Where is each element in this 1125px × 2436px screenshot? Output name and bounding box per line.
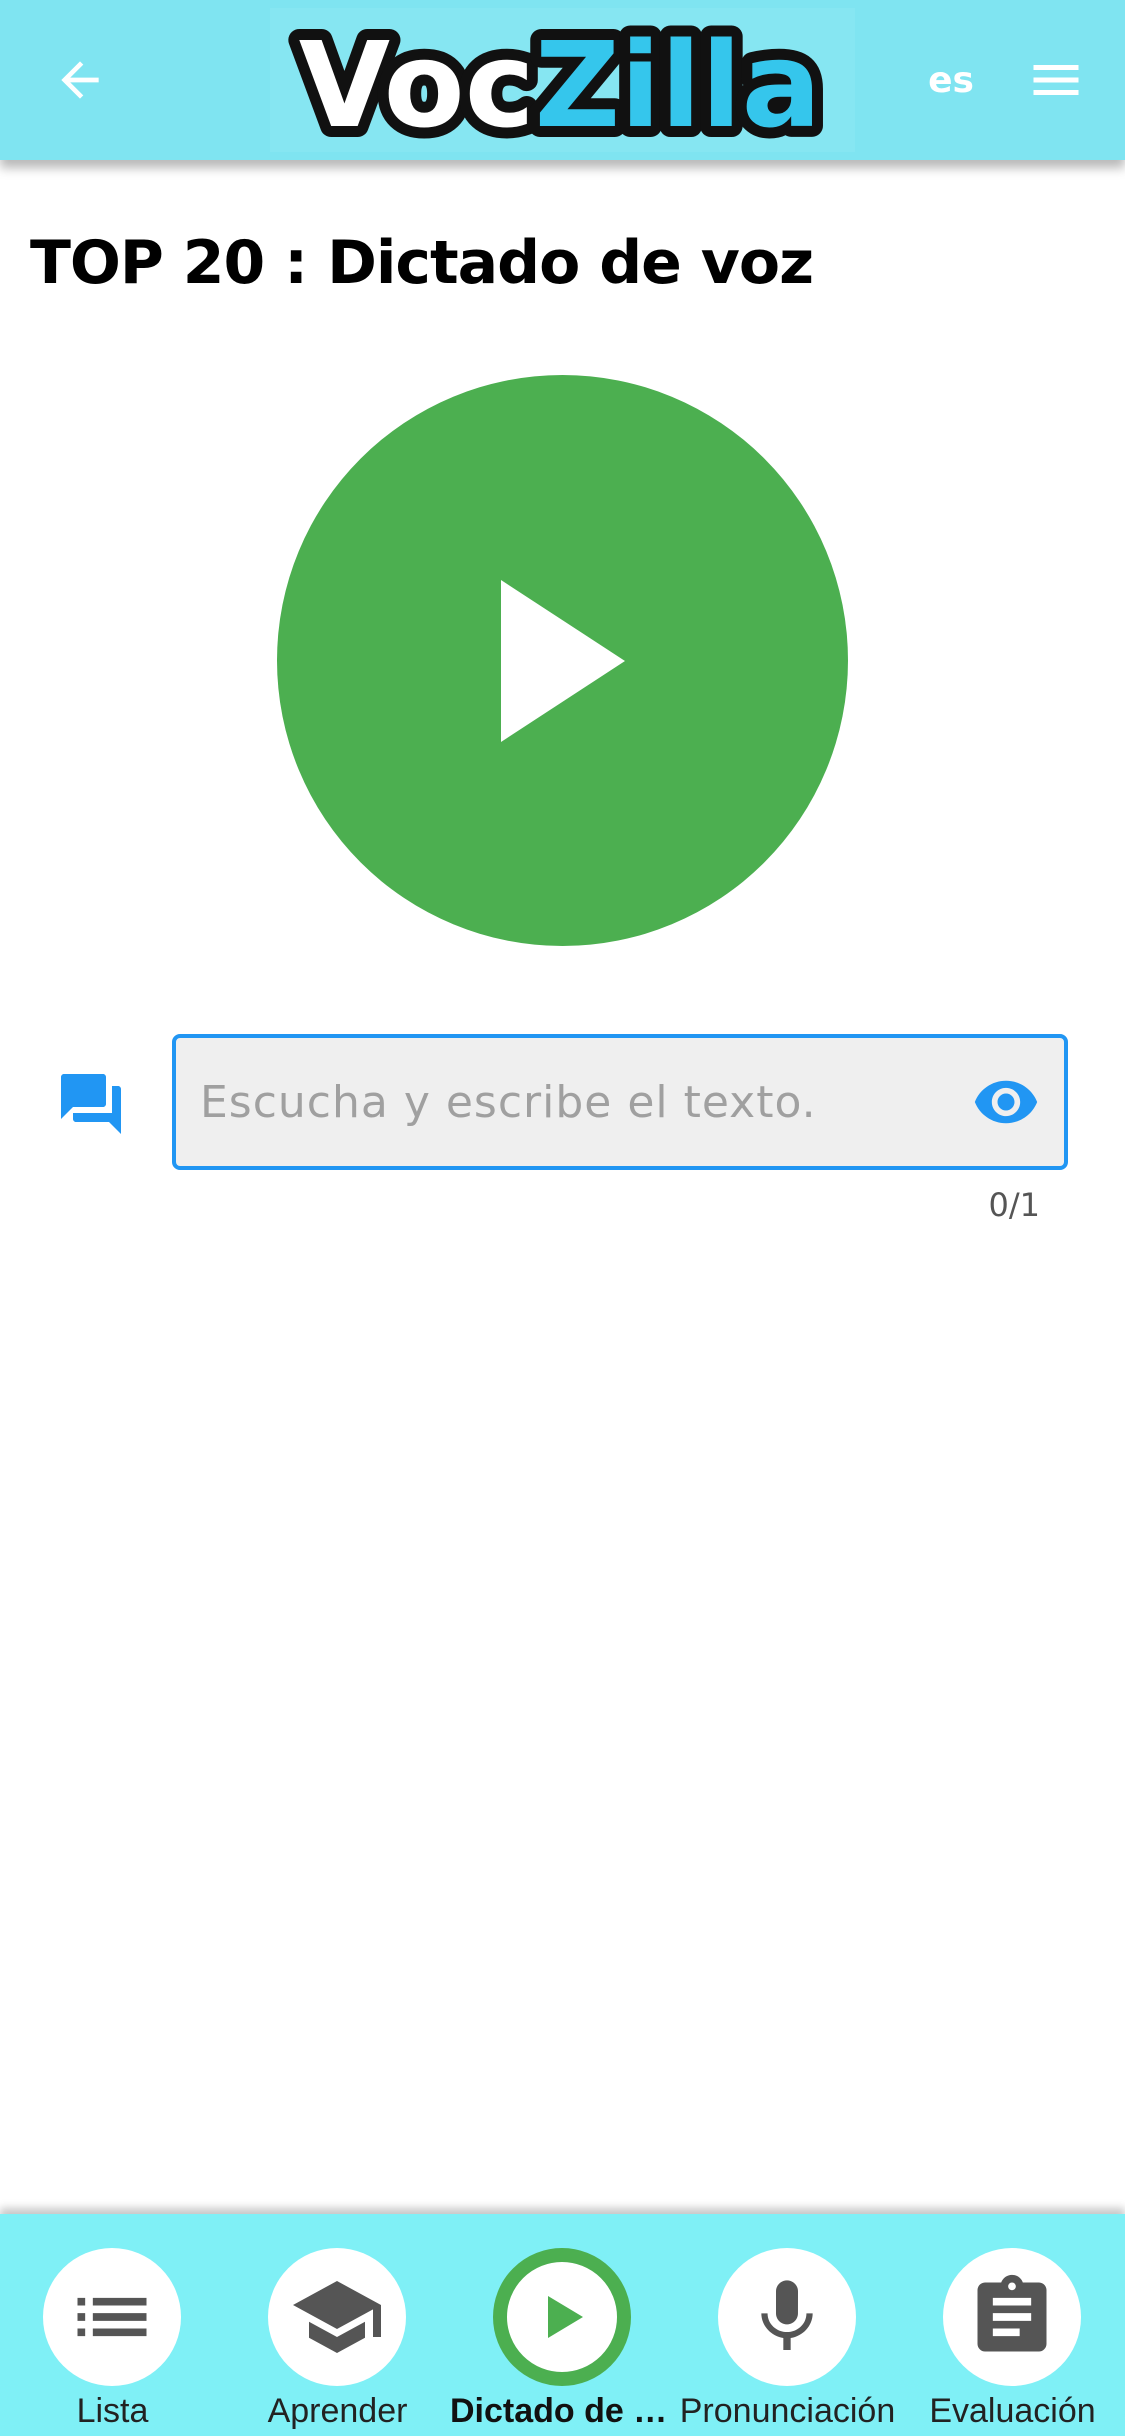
nav-item-lista[interactable]: Lista: [0, 2232, 225, 2436]
character-counter: 0/1: [988, 1186, 1041, 1224]
nav-item-dictado[interactable]: Dictado de voz: [450, 2232, 675, 2436]
nav-label: Evaluación: [929, 2392, 1096, 2430]
play-icon: [500, 579, 625, 742]
nav-label: Dictado de voz: [450, 2392, 675, 2430]
dictation-input-container: [172, 1034, 1068, 1170]
nav-label: Pronunciación: [679, 2392, 896, 2430]
arrow-left-icon: [61, 61, 99, 99]
nav-label: Aprender: [267, 2392, 408, 2430]
nav-item-pronunciacion[interactable]: Pronunciación: [675, 2232, 900, 2436]
language-selector[interactable]: es: [920, 52, 982, 108]
nav-icon-circle: [43, 2248, 181, 2386]
nav-item-aprender[interactable]: Aprender: [225, 2232, 450, 2436]
microphone-icon: [761, 2280, 813, 2350]
menu-button[interactable]: [1020, 40, 1092, 120]
show-answer-button[interactable]: [966, 1064, 1046, 1140]
chat-bubbles-icon: [61, 1074, 121, 1134]
eye-icon: [974, 1080, 1038, 1124]
nav-icon-circle: [268, 2248, 406, 2386]
page-title: TOP 20 : Dictado de voz: [30, 228, 814, 298]
nav-icon-circle: [943, 2248, 1081, 2386]
clipboard-icon: [977, 2274, 1047, 2352]
voczilla-logo: VocZilla VocZilla: [270, 8, 855, 152]
app-bar: VocZilla VocZilla es: [0, 0, 1125, 160]
hamburger-menu-icon: [1033, 65, 1079, 95]
graduation-cap-icon: [293, 2281, 381, 2353]
play-audio-button[interactable]: [277, 375, 848, 946]
dictation-answer-input[interactable]: [200, 1038, 920, 1166]
nav-icon-circle: [718, 2248, 856, 2386]
list-icon: [77, 2297, 147, 2337]
back-button[interactable]: [40, 40, 120, 120]
svg-text:VocZilla: VocZilla: [299, 16, 821, 152]
nav-item-evaluacion[interactable]: Evaluación: [900, 2232, 1125, 2436]
nav-icon-circle-active: [493, 2248, 631, 2386]
play-circle-icon: [548, 2296, 583, 2338]
nav-label: Lista: [76, 2392, 149, 2430]
bottom-navigation: Lista Aprender Dictado de voz Pronunciac…: [0, 2214, 1125, 2436]
